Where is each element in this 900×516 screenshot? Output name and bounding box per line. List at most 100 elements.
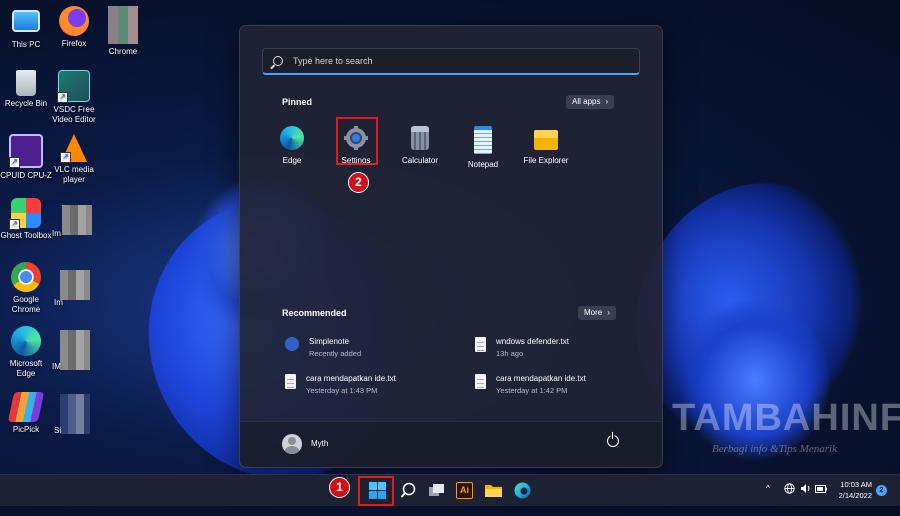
pinned-app-label: Edge <box>282 156 302 165</box>
pixelated-icon <box>60 330 90 370</box>
desktop-icon-ghost-toolbox[interactable]: ↗ Ghost Toolbox <box>0 198 52 241</box>
recommended-item[interactable]: wndows defender.txt 13h ago <box>475 337 569 358</box>
desktop-icon-label: Si <box>54 426 62 435</box>
shortcut-arrow-icon: ↗ <box>60 152 71 163</box>
edge-icon <box>280 126 304 150</box>
desktop-icon-picpick[interactable]: PicPick <box>0 392 52 435</box>
desktop-icon-im-2[interactable]: Im <box>48 270 100 307</box>
search-icon[interactable] <box>400 482 417 499</box>
desktop-icon-recycle-bin[interactable]: Recycle Bin <box>0 70 52 109</box>
shortcut-arrow-icon: ↗ <box>57 92 68 103</box>
pixelated-icon <box>60 394 90 434</box>
desktop-icon-chrome[interactable]: Chrome <box>97 6 149 57</box>
edge-icon <box>11 326 41 356</box>
start-menu: Pinned All apps› Edge Settings Calculato… <box>239 25 663 468</box>
watermark-subtitle: Berbagi info &Tips Menarik <box>712 443 837 455</box>
shortcut-arrow-icon: ↗ <box>9 219 20 230</box>
desktop-icon-label: IM <box>52 362 61 371</box>
desktop-icon-label: Microsoft Edge <box>9 359 43 378</box>
desktop-icon-si[interactable]: Si <box>48 394 100 437</box>
shortcut-arrow-icon: ↗ <box>9 157 20 168</box>
folder-icon <box>534 130 558 150</box>
cpuz-icon: ↗ <box>9 134 43 168</box>
desktop-icon-microsoft-edge[interactable]: Microsoft Edge <box>0 326 52 379</box>
all-apps-button[interactable]: All apps › <box>566 95 615 109</box>
pixelated-icon <box>60 270 90 300</box>
firefox-icon <box>59 6 89 36</box>
recommended-item-sub: Recently added <box>309 349 362 358</box>
chrome-pixelated-icon <box>108 6 138 44</box>
recommended-item-sub: Yesterday at 1:43 PM <box>306 386 378 395</box>
avatar[interactable] <box>282 434 302 454</box>
recommended-item[interactable]: Simplenote Recently added <box>285 337 361 358</box>
more-label: More <box>584 308 603 317</box>
desktop-icon-vsdc[interactable]: ↗ VSDC Free Video Editor <box>48 70 100 125</box>
desktop-icon-label: Chrome <box>108 47 138 56</box>
step-badge-2: 2 <box>348 172 369 193</box>
picpick-icon <box>7 392 45 422</box>
desktop-icon-label: Im <box>54 298 63 307</box>
simplenote-icon <box>285 337 299 351</box>
illustrator-icon[interactable]: Ai <box>456 482 473 499</box>
desktop-icon-vlc[interactable]: ↗ VLC media player <box>48 134 100 185</box>
pinned-app-file-explorer[interactable]: File Explorer <box>516 126 576 165</box>
battery-icon[interactable] <box>815 485 827 495</box>
recommended-item-name: cara mendapatkan ide.txt <box>306 374 396 383</box>
folder-icon[interactable] <box>485 482 502 499</box>
desktop-icon-label: VLC media player <box>54 165 94 184</box>
monitor-icon <box>12 10 40 32</box>
recommended-item[interactable]: cara mendapatkan ide.txt Yesterday at 1:… <box>475 374 586 395</box>
watermark: TAMBAHINFO Berbagi info &Tips Menarik <box>672 397 900 455</box>
pinned-app-edge[interactable]: Edge <box>262 126 322 165</box>
recommended-item[interactable]: cara mendapatkan ide.txt Yesterday at 1:… <box>285 374 396 395</box>
clock[interactable]: 10:03 AM 2/14/2022 <box>828 479 872 501</box>
recommended-item-name: wndows defender.txt <box>496 337 569 346</box>
recycle-bin-icon <box>16 70 36 96</box>
power-icon[interactable] <box>607 432 619 447</box>
recommended-item-sub: 13h ago <box>496 349 524 358</box>
recommended-item-sub: Yesterday at 1:42 PM <box>496 386 568 395</box>
vsdc-icon: ↗ <box>57 70 90 103</box>
desktop-icon-label: Google Chrome <box>11 295 41 314</box>
desktop-icon-firefox[interactable]: Firefox <box>48 6 100 49</box>
user-name[interactable]: Myth <box>311 439 328 448</box>
desktop-icon-label: Recycle Bin <box>4 99 48 108</box>
taskbar: Ai 1 ^ 10:03 AM 2/14/2022 2 <box>0 474 900 506</box>
chevron-right-icon: › <box>605 97 609 106</box>
recommended-item-name: Simplenote <box>309 337 350 346</box>
task-view-icon[interactable] <box>428 482 445 499</box>
desktop-icon-this-pc[interactable]: This PC <box>0 6 52 50</box>
notepad-icon <box>474 126 492 154</box>
desktop-icon-google-chrome[interactable]: Google Chrome <box>0 262 52 315</box>
pinned-title: Pinned <box>282 97 313 107</box>
desktop-icon-label: VSDC Free Video Editor <box>52 105 96 124</box>
desktop-icon-im-1[interactable]: Im <box>48 205 104 238</box>
search-input[interactable] <box>291 55 615 67</box>
pinned-app-calculator[interactable]: Calculator <box>390 126 450 165</box>
pinned-app-label: Notepad <box>467 160 499 169</box>
settings-highlight <box>336 117 378 165</box>
desktop-icon-label: This PC <box>11 40 41 49</box>
search-box[interactable] <box>262 48 640 75</box>
desktop-icon-im-3[interactable]: IM <box>48 330 100 373</box>
desktop-icon-label: CPUID CPU-Z <box>0 171 52 180</box>
clock-date: 2/14/2022 <box>838 491 872 500</box>
speaker-icon[interactable] <box>800 483 812 496</box>
recommended-title: Recommended <box>282 308 347 318</box>
vlc-icon: ↗ <box>60 134 87 163</box>
pinned-app-notepad[interactable]: Notepad <box>453 126 513 169</box>
desktop-icon-cpuz[interactable]: ↗ CPUID CPU-Z <box>0 134 52 181</box>
clock-time: 10:03 AM <box>840 480 872 489</box>
step-badge-1: 1 <box>329 477 350 498</box>
desktop-icon-label: PicPick <box>12 425 40 434</box>
start-menu-footer: Myth <box>240 421 662 467</box>
globe-icon[interactable] <box>784 483 795 496</box>
desktop-icon-label: Firefox <box>61 39 87 48</box>
chevron-up-icon[interactable]: ^ <box>766 484 770 493</box>
notification-badge[interactable]: 2 <box>876 485 887 496</box>
edge-icon[interactable] <box>514 482 531 499</box>
watermark-title: TAMBAHINFO <box>672 397 900 439</box>
more-button[interactable]: More › <box>578 306 616 320</box>
chevron-right-icon: › <box>607 308 610 317</box>
ghost-toolbox-icon: ↗ <box>9 198 41 230</box>
